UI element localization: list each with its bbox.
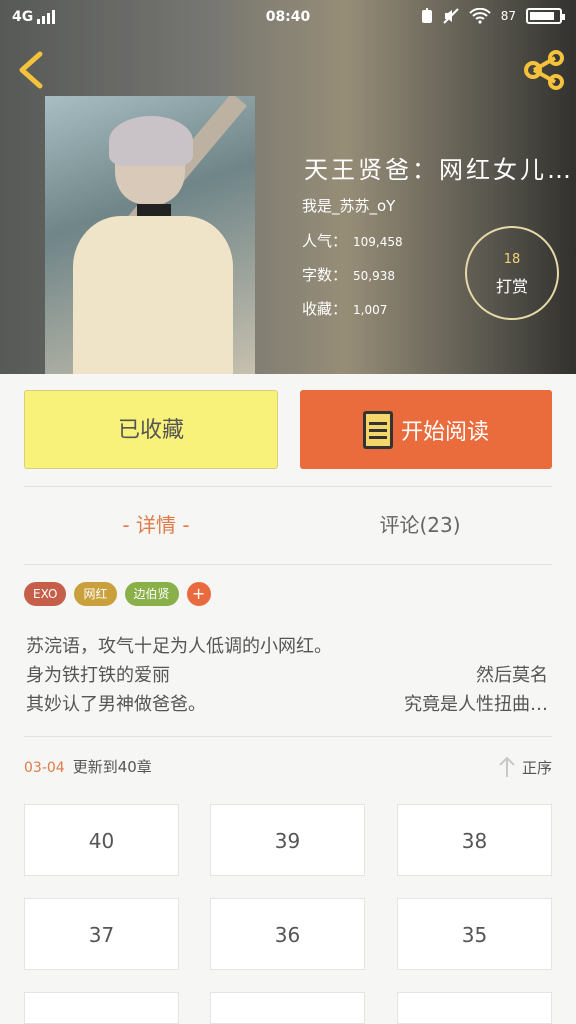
update-info: 03-04 更新到40章 正序 <box>24 756 552 784</box>
word-count-value: 50,938 <box>353 269 396 283</box>
mute-icon <box>443 8 459 24</box>
book-icon <box>362 410 393 449</box>
tag-list: EXO 网红 边伯贤 + <box>24 582 211 606</box>
favorites-value: 1,007 <box>353 303 388 317</box>
share-icon <box>524 50 564 90</box>
divider <box>24 736 552 737</box>
tab-comments[interactable]: 评论(23) <box>288 500 552 550</box>
popularity-value: 109,458 <box>353 235 403 249</box>
chapter-button[interactable]: 39 <box>210 804 365 876</box>
description-line: 究竟是人性扭曲… <box>404 694 548 715</box>
popularity-row: 人气： 109,458 <box>302 230 403 251</box>
author-name: 我是_苏苏_oY <box>302 197 396 215</box>
word-count-label: 字数： <box>302 266 348 284</box>
status-bar: 4G 08:40 87 <box>0 0 576 36</box>
tip-button[interactable]: 18 打赏 <box>465 226 559 320</box>
arrow-up-icon <box>499 756 515 777</box>
book-header <box>0 0 576 374</box>
tip-label: 打赏 <box>495 277 528 296</box>
book-description: 苏浣语，攻气十足为人低调的小网红。 身为铁打铁的爱丽 然后莫名 其妙认了男神做爸爸… <box>26 632 548 719</box>
word-count-row: 字数： 50,938 <box>302 264 395 285</box>
collected-button[interactable]: 已收藏 <box>24 390 278 469</box>
battery-icon <box>526 8 565 24</box>
tag-exo[interactable]: EXO <box>24 582 67 606</box>
alarm-icon <box>421 8 432 23</box>
start-reading-button[interactable]: 开始阅读 <box>300 390 552 469</box>
divider <box>24 564 552 565</box>
book-author: 我是_苏苏_oY <box>302 195 395 216</box>
favorites-label: 收藏： <box>302 300 348 318</box>
chapter-button[interactable]: 36 <box>210 898 365 970</box>
description-line: 身为铁打铁的爱丽 <box>26 665 170 686</box>
favorites-row: 收藏： 1,007 <box>302 298 387 319</box>
divider <box>24 486 552 487</box>
back-button[interactable] <box>14 50 50 90</box>
update-text: 更新到40章 <box>72 758 152 776</box>
chapter-button[interactable] <box>24 992 179 1024</box>
book-title: 天王贤爸：网红女儿… <box>304 156 574 184</box>
chapter-button[interactable]: 35 <box>397 898 552 970</box>
add-tag-button[interactable]: + <box>186 582 211 606</box>
tag-wanghong[interactable]: 网红 <box>74 582 117 606</box>
chapter-button[interactable]: 37 <box>24 898 179 970</box>
popularity-label: 人气： <box>302 232 348 250</box>
wifi-icon <box>469 8 491 24</box>
tip-count: 18 <box>503 252 521 267</box>
sort-order-button[interactable]: 正序 <box>498 756 552 778</box>
chapter-button[interactable]: 40 <box>24 804 179 876</box>
description-line: 苏浣语，攻气十足为人低调的小网红。 <box>26 636 332 657</box>
start-reading-label: 开始阅读 <box>400 419 489 445</box>
tag-bian-baixian[interactable]: 边伯贤 <box>124 582 179 606</box>
chapter-button[interactable] <box>210 992 365 1024</box>
sort-order-label: 正序 <box>521 758 552 777</box>
share-button[interactable] <box>522 50 566 90</box>
battery-percent: 87 <box>500 9 516 23</box>
description-line: 其妙认了男神做爸爸。 <box>26 694 206 715</box>
chapter-button[interactable] <box>397 992 552 1024</box>
book-cover-image <box>45 96 255 374</box>
description-line: 然后莫名 <box>476 665 548 686</box>
tab-detail[interactable]: - 详情 - <box>24 500 288 550</box>
chevron-left-icon <box>19 51 43 89</box>
chapter-button[interactable]: 38 <box>397 804 552 876</box>
update-date: 03-04 <box>24 760 65 776</box>
